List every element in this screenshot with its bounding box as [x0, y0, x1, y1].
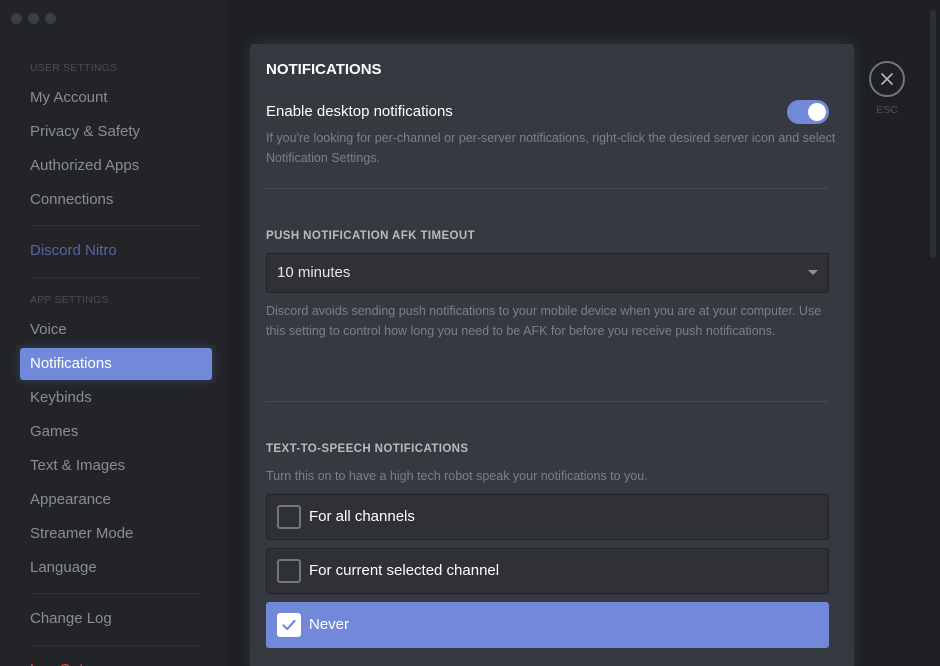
user-settings-header: USER SETTINGS [30, 62, 118, 74]
sidebar-item-privacy-safety[interactable]: Privacy & Safety [20, 116, 212, 148]
sidebar-item-authorized-apps[interactable]: Authorized Apps [20, 150, 212, 182]
sidebar-item-keybinds[interactable]: Keybinds [20, 382, 212, 414]
tts-option-current-channel[interactable]: For current selected channel [266, 548, 829, 594]
sidebar-item-discord-nitro[interactable]: Discord Nitro [20, 235, 212, 267]
sidebar-divider [30, 225, 200, 226]
check-icon [282, 619, 296, 631]
tts-option-all-channels[interactable]: For all channels [266, 494, 829, 540]
window-close-dot[interactable] [11, 13, 22, 24]
desktop-notifications-toggle[interactable] [787, 100, 829, 124]
settings-sidebar: USER SETTINGS My Account Privacy & Safet… [0, 0, 228, 666]
section-divider [266, 188, 829, 189]
sidebar-item-voice[interactable]: Voice [20, 314, 212, 346]
sidebar-item-language[interactable]: Language [20, 552, 212, 584]
section-divider [266, 401, 829, 402]
sidebar-item-games[interactable]: Games [20, 416, 212, 448]
afk-timeout-title: PUSH NOTIFICATION AFK TIMEOUT [266, 230, 476, 242]
window-minimize-dot[interactable] [28, 13, 39, 24]
tts-option-label: For all channels [309, 508, 415, 525]
sidebar-item-connections[interactable]: Connections [20, 184, 212, 216]
close-icon [881, 73, 893, 85]
sidebar-item-change-log[interactable]: Change Log [20, 603, 212, 635]
tts-description: Turn this on to have a high tech robot s… [266, 469, 648, 483]
tts-option-label: Never [309, 616, 350, 633]
window-zoom-dot[interactable] [45, 13, 56, 24]
tts-title: TEXT-TO-SPEECH NOTIFICATIONS [266, 443, 469, 455]
chevron-down-icon [808, 270, 818, 275]
checkbox-checked[interactable] [277, 613, 301, 637]
desktop-notifications-label: Enable desktop notifications [266, 103, 453, 120]
sidebar-divider [30, 277, 200, 278]
sidebar-item-notifications[interactable]: Notifications [20, 348, 212, 380]
toggle-knob [808, 103, 826, 121]
checkbox[interactable] [277, 559, 301, 583]
sidebar-item-log-out[interactable]: Log Out [20, 654, 212, 666]
sidebar-divider [30, 593, 200, 594]
page-title: NOTIFICATIONS [266, 61, 382, 78]
tts-option-never[interactable]: Never [266, 602, 829, 648]
close-button[interactable] [869, 61, 905, 97]
app-settings-header: APP SETTINGS [30, 294, 109, 306]
sidebar-item-streamer-mode[interactable]: Streamer Mode [20, 518, 212, 550]
tts-option-label: For current selected channel [309, 562, 500, 579]
esc-label: ESC [876, 104, 898, 116]
checkbox[interactable] [277, 505, 301, 529]
sidebar-item-appearance[interactable]: Appearance [20, 484, 212, 516]
afk-timeout-select[interactable]: 10 minutes [266, 253, 829, 293]
window-controls [11, 13, 56, 24]
notifications-panel: NOTIFICATIONS Enable desktop notificatio… [250, 44, 854, 666]
afk-timeout-value: 10 minutes [277, 264, 351, 281]
sidebar-item-text-images[interactable]: Text & Images [20, 450, 212, 482]
settings-window: USER SETTINGS My Account Privacy & Safet… [0, 0, 940, 666]
afk-timeout-description: Discord avoids sending push notification… [266, 304, 822, 338]
sidebar-item-my-account[interactable]: My Account [20, 82, 212, 114]
scrollbar[interactable] [930, 10, 936, 258]
desktop-notifications-description: If you're looking for per-channel or per… [266, 131, 836, 165]
sidebar-divider [30, 645, 200, 646]
